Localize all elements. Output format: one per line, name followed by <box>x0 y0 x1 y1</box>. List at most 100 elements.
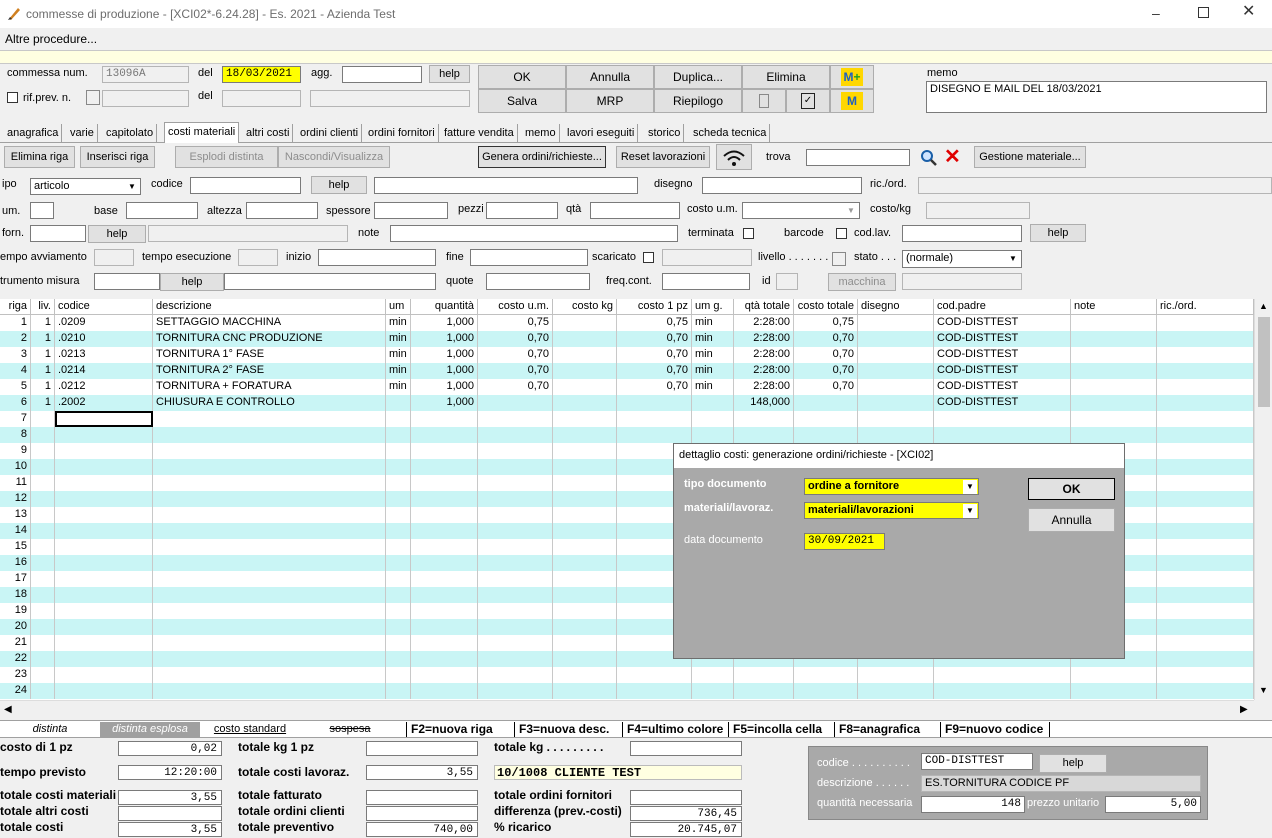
cell-um[interactable] <box>386 667 411 683</box>
cell-ric-ord[interactable] <box>1157 571 1254 587</box>
costoum-field[interactable]: ▼ <box>742 202 860 219</box>
codice-desc-field[interactable] <box>374 177 638 194</box>
cell-note[interactable] <box>1071 683 1157 699</box>
cell-qta-totale[interactable] <box>734 683 794 699</box>
cell-costo-totale[interactable] <box>794 683 858 699</box>
livello-checkbox[interactable] <box>832 252 846 266</box>
cell-costo-kg[interactable] <box>553 635 617 651</box>
cell-disegno[interactable] <box>858 331 934 347</box>
reset-lavorazioni-button[interactable]: Reset lavorazioni <box>616 146 710 168</box>
scroll-down-icon[interactable]: ▼ <box>1259 685 1268 695</box>
cell-costo-kg[interactable] <box>553 667 617 683</box>
cell-descrizione[interactable] <box>153 651 386 667</box>
cell-riga[interactable]: 12 <box>0 491 31 507</box>
data-documento-field[interactable]: 30/09/2021 <box>804 533 885 550</box>
elimina-button[interactable]: Elimina <box>742 65 830 89</box>
cell-liv[interactable] <box>31 507 55 523</box>
cell-um-g[interactable] <box>692 411 734 427</box>
cell-qta-totale[interactable]: 2:28:00 <box>734 315 794 331</box>
cell-costo-um[interactable]: 0,70 <box>478 363 553 379</box>
codlav-field[interactable] <box>902 225 1022 242</box>
cell-ric-ord[interactable] <box>1157 331 1254 347</box>
cell-codice[interactable] <box>55 443 153 459</box>
rifprev-checkbox[interactable] <box>7 92 18 103</box>
cell-descrizione[interactable] <box>153 603 386 619</box>
cell-um[interactable] <box>386 683 411 699</box>
cell-riga[interactable]: 4 <box>0 363 31 379</box>
scroll-thumb[interactable] <box>1258 317 1270 407</box>
cell-disegno[interactable] <box>858 347 934 363</box>
cell-riga[interactable]: 10 <box>0 459 31 475</box>
cell-note[interactable] <box>1071 379 1157 395</box>
cell-costo-totale[interactable]: 0,70 <box>794 379 858 395</box>
cell-um[interactable] <box>386 539 411 555</box>
clear-icon[interactable]: ✕ <box>944 147 964 167</box>
cell-codice[interactable] <box>55 507 153 523</box>
ricord-field[interactable] <box>918 177 1272 194</box>
tab-distinta[interactable]: distinta <box>0 722 100 737</box>
cell-note[interactable] <box>1071 667 1157 683</box>
cell-costo-totale[interactable]: 0,70 <box>794 347 858 363</box>
cell-riga[interactable]: 7 <box>0 411 31 427</box>
cell-codice[interactable]: .0213 <box>55 347 153 363</box>
cell-liv[interactable] <box>31 523 55 539</box>
cell-costo-um[interactable] <box>478 539 553 555</box>
cell-descrizione[interactable]: TORNITURA 2° FASE <box>153 363 386 379</box>
scroll-right-icon[interactable]: ▶ <box>1240 704 1248 715</box>
tab-anagrafica[interactable]: anagrafica <box>4 124 63 142</box>
cell-cod-padre[interactable]: COD-DISTTEST <box>934 363 1071 379</box>
cell-um[interactable] <box>386 507 411 523</box>
table-row[interactable]: 2 1.0210 TORNITURA CNC PRODUZIONE min 1,000 0… <box>0 331 1254 347</box>
cell-qta-totale[interactable]: 2:28:00 <box>734 347 794 363</box>
cell-ric-ord[interactable] <box>1157 683 1254 699</box>
cell-liv[interactable] <box>31 411 55 427</box>
tab-costi-materiali[interactable]: costi materiali <box>164 122 240 143</box>
cell-costo-1pz[interactable]: 0,70 <box>617 347 692 363</box>
tab-altri-costi[interactable]: altri costi <box>243 124 294 142</box>
cell-riga[interactable]: 15 <box>0 539 31 555</box>
cell-qta-totale[interactable]: 2:28:00 <box>734 379 794 395</box>
cell-disegno[interactable] <box>858 667 934 683</box>
tab-storico[interactable]: storico <box>645 124 685 142</box>
cell-um[interactable]: min <box>386 379 411 395</box>
cell-quantita[interactable] <box>411 411 478 427</box>
cell-ric-ord[interactable] <box>1157 603 1254 619</box>
cell-costo-kg[interactable] <box>553 507 617 523</box>
cell-um[interactable] <box>386 395 411 411</box>
cell-costo-um[interactable] <box>478 443 553 459</box>
vertical-scrollbar[interactable]: ▲ ▼ <box>1254 299 1272 700</box>
cell-quantita[interactable] <box>411 635 478 651</box>
cell-quantita[interactable] <box>411 651 478 667</box>
table-row[interactable]: 4 1.0214 TORNITURA 2° FASE min 1,000 0,70 0,70… <box>0 363 1254 379</box>
cell-descrizione[interactable] <box>153 523 386 539</box>
cell-codice[interactable] <box>55 587 153 603</box>
cell-quantita[interactable] <box>411 619 478 635</box>
cell-descrizione[interactable]: CHIUSURA E CONTROLLO <box>153 395 386 411</box>
cell-descrizione[interactable] <box>153 571 386 587</box>
cell-um[interactable] <box>386 443 411 459</box>
strumento-help-button[interactable]: help <box>160 273 224 291</box>
scroll-left-icon[interactable]: ◀ <box>4 704 12 715</box>
cell-descrizione[interactable] <box>153 475 386 491</box>
cell-descrizione[interactable] <box>153 555 386 571</box>
wifi-button[interactable] <box>716 144 752 170</box>
cell-qta-totale[interactable] <box>734 427 794 443</box>
cell-costo-kg[interactable] <box>553 539 617 555</box>
cell-costo-um[interactable] <box>478 651 553 667</box>
cell-ric-ord[interactable] <box>1157 587 1254 603</box>
cell-note[interactable] <box>1071 347 1157 363</box>
cell-um[interactable] <box>386 635 411 651</box>
cell-costo-1pz[interactable] <box>617 395 692 411</box>
salva-button[interactable]: Salva <box>478 89 566 113</box>
cell-costo-kg[interactable] <box>553 555 617 571</box>
fine-field[interactable] <box>470 249 588 266</box>
cell-ric-ord[interactable] <box>1157 443 1254 459</box>
cell-ric-ord[interactable] <box>1157 507 1254 523</box>
tipo-select[interactable]: articolo ▼ <box>30 178 141 195</box>
cell-um[interactable] <box>386 427 411 443</box>
cell-costo-um[interactable] <box>478 427 553 443</box>
cell-costo-kg[interactable] <box>553 651 617 667</box>
m-plus-button[interactable]: M+ <box>830 65 874 89</box>
cell-costo-um[interactable] <box>478 491 553 507</box>
col-header-quantita[interactable]: quantità <box>411 299 478 315</box>
